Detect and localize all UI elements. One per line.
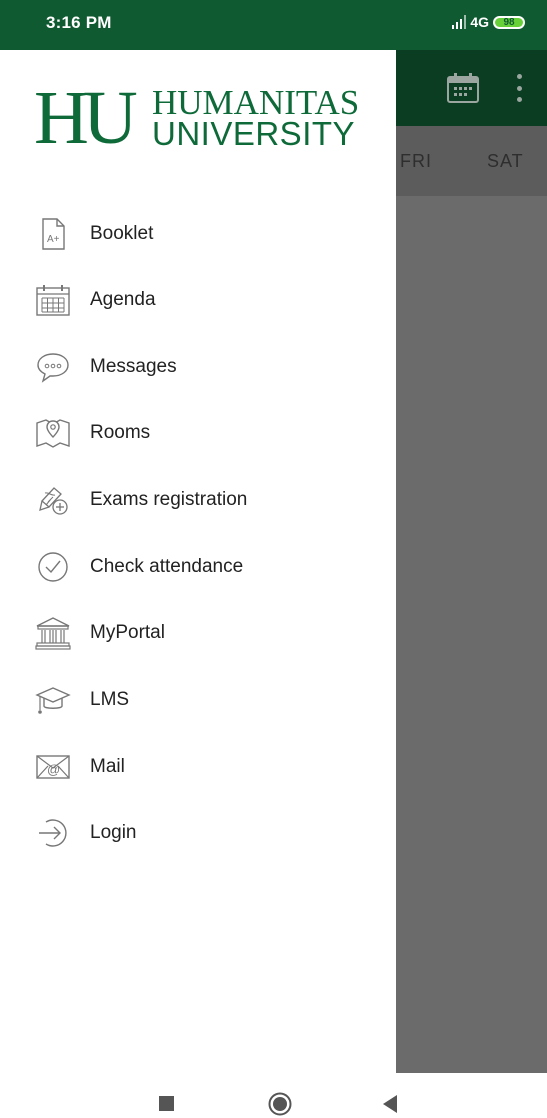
menu-label-myportal: MyPortal bbox=[90, 622, 165, 643]
status-icons: 4G 98 bbox=[452, 14, 525, 30]
signal-icon bbox=[452, 15, 467, 29]
network-type: 4G bbox=[470, 14, 489, 30]
logo-line2: UNIVERSITY bbox=[152, 115, 356, 152]
menu-label-mail: Mail bbox=[90, 756, 125, 777]
menu-item-login[interactable]: Login bbox=[0, 804, 396, 862]
menu-item-lms[interactable]: LMS bbox=[0, 671, 396, 729]
menu-label-exams-registration: Exams registration bbox=[90, 489, 248, 510]
scrim-overlay[interactable] bbox=[396, 196, 547, 1073]
calendar-icon[interactable] bbox=[447, 73, 479, 103]
menu-item-rooms[interactable]: Rooms bbox=[0, 404, 396, 462]
recents-button[interactable] bbox=[159, 1096, 174, 1111]
menu-label-booklet: Booklet bbox=[90, 223, 154, 244]
menu-label-login: Login bbox=[90, 822, 137, 843]
logo-mark: HU bbox=[34, 76, 138, 160]
exam-pen-icon bbox=[34, 481, 72, 519]
menu-item-agenda[interactable]: Agenda bbox=[0, 271, 396, 329]
menu-label-lms: LMS bbox=[90, 689, 130, 710]
check-circle-icon bbox=[34, 548, 72, 586]
menu-item-check-attendance[interactable]: Check attendance bbox=[0, 538, 396, 596]
navigation-drawer: HU HUMANITAS UNIVERSITY A+ Booklet Agend… bbox=[0, 50, 396, 1073]
more-options-icon[interactable] bbox=[516, 74, 522, 102]
status-bar: 3:16 PM 4G 98 bbox=[0, 0, 547, 50]
menu-label-messages: Messages bbox=[90, 356, 177, 377]
svg-text:@: @ bbox=[47, 762, 60, 777]
day-label-sat: SAT bbox=[487, 151, 524, 171]
graduation-cap-icon bbox=[34, 681, 72, 719]
menu-label-rooms: Rooms bbox=[90, 422, 151, 443]
menu-label-agenda: Agenda bbox=[90, 289, 156, 310]
mail-icon: @ bbox=[34, 748, 72, 786]
home-button[interactable] bbox=[268, 1092, 292, 1116]
battery-icon: 98 bbox=[493, 15, 525, 29]
menu-item-exams-registration[interactable]: Exams registration bbox=[0, 471, 396, 529]
university-logo: HU HUMANITAS UNIVERSITY bbox=[34, 76, 374, 160]
back-button[interactable] bbox=[382, 1094, 398, 1114]
building-icon bbox=[34, 614, 72, 652]
menu-label-check-attendance: Check attendance bbox=[90, 556, 244, 577]
login-arrow-icon bbox=[34, 814, 72, 852]
menu-item-mail[interactable]: @ Mail bbox=[0, 738, 396, 796]
menu-item-booklet[interactable]: A+ Booklet bbox=[0, 205, 396, 263]
menu-item-myportal[interactable]: MyPortal bbox=[0, 604, 396, 662]
map-pin-icon bbox=[34, 414, 72, 452]
menu-item-messages[interactable]: Messages bbox=[0, 338, 396, 396]
calendar-icon bbox=[34, 281, 72, 319]
svg-text:A+: A+ bbox=[47, 234, 60, 245]
day-label-fri: FRI bbox=[400, 151, 432, 171]
chat-bubble-icon bbox=[34, 348, 72, 386]
booklet-icon: A+ bbox=[34, 215, 72, 253]
status-time: 3:16 PM bbox=[46, 13, 112, 32]
battery-level: 98 bbox=[503, 16, 515, 28]
